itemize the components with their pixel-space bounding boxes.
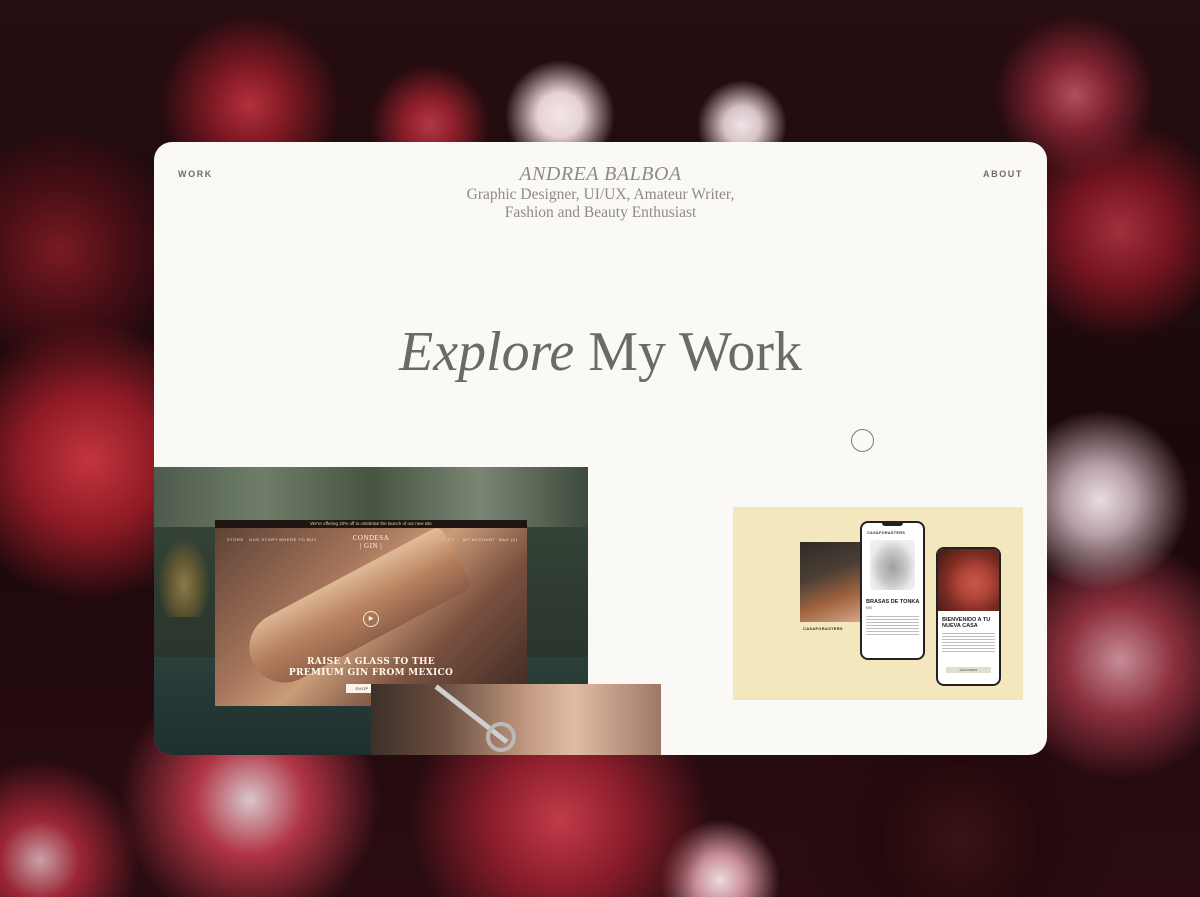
product-description-lines (866, 616, 919, 636)
brand-header: ANDREA BALBOA Graphic Designer, UI/UX, A… (154, 162, 1047, 222)
project-casaforasters[interactable]: CASAFORASTERS CASAFORASTERS BRASAS DE TO… (733, 507, 1023, 700)
phone-notch (882, 523, 903, 526)
brand-tagline-line2: Fashion and Beauty Enthusiast (504, 204, 697, 221)
phone-mockup-welcome: BIENVENIDO A TU NUEVA CASA DESCUBRIR (936, 547, 1001, 686)
plant-image (158, 537, 210, 617)
brand-tagline-line1: Graphic Designer, UI/UX, Amateur Writer, (466, 186, 735, 203)
casa-product-price: €95 (866, 606, 872, 610)
candle-product-image (870, 540, 915, 590)
gin-nav-account: MY ACCOUNT (463, 537, 496, 542)
casa-brand-label: CASAFORASTERS (803, 626, 843, 631)
welcome-text-lines (942, 633, 995, 653)
portfolio-card: WORK ABOUT ANDREA BALBOA Graphic Designe… (154, 142, 1047, 755)
casa-discover-button: DESCUBRIR (946, 667, 991, 673)
gin-nav-bag: BAG (0) (499, 537, 518, 542)
project-beauty-image[interactable] (371, 684, 661, 755)
casa-welcome-title-line2: NUEVA CASA (942, 623, 978, 629)
gin-headline-line2: PREMIUM GIN FROM MEXICO (288, 668, 454, 678)
brand-name[interactable]: ANDREA BALBOA (154, 162, 1047, 186)
gin-website-screenshot: We're offering 20% off to celebrate the … (215, 520, 527, 706)
gin-headline: RAISE A GLASS TO THE PREMIUM GIN FROM ME… (215, 657, 527, 679)
page-title: Explore My Work (154, 317, 1047, 387)
page-title-italic: Explore (398, 321, 575, 383)
casa-welcome-title: BIENVENIDO A TU NUEVA CASA (942, 617, 990, 629)
play-icon: ▶ (363, 611, 379, 627)
welcome-hero-image (938, 549, 999, 611)
casa-product-photo (800, 542, 860, 622)
window-backdrop (154, 467, 588, 527)
phone-mockup-product: CASAFORASTERS BRASAS DE TONKA €95 (860, 521, 925, 660)
gin-announcement-bar: We're offering 20% off to celebrate the … (215, 520, 527, 528)
casa-phone-brand: CASAFORASTERS (867, 531, 906, 535)
gin-headline-line1: RAISE A GLASS TO THE (307, 657, 435, 667)
cursor-ring-icon (851, 429, 874, 452)
page-title-rest: My Work (588, 321, 802, 383)
ring-image (486, 722, 516, 752)
gin-logo-line2: | GIN | (359, 542, 383, 550)
casa-product-title: BRASAS DE TONKA (866, 599, 920, 605)
